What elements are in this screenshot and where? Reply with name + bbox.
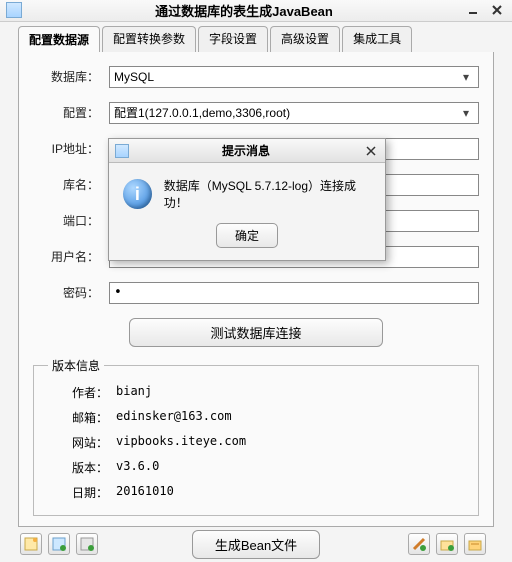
window-title: 通过数据库的表生成JavaBean xyxy=(30,1,458,20)
tool-1[interactable] xyxy=(20,533,42,555)
tab-advanced[interactable]: 高级设置 xyxy=(270,26,340,52)
app-icon xyxy=(6,2,22,18)
dialog-message: 数据库（MySQL 5.7.12-log）连接成功！ xyxy=(164,177,371,211)
date-label: 日期： xyxy=(48,484,108,501)
db-select[interactable]: MySQL ▾ xyxy=(109,66,479,88)
tool-5[interactable] xyxy=(436,533,458,555)
close-button[interactable] xyxy=(488,1,506,19)
version-legend: 版本信息 xyxy=(48,357,104,374)
tool-6[interactable] xyxy=(464,533,486,555)
db-value: MySQL xyxy=(114,70,154,84)
pw-label: 密码： xyxy=(33,284,109,301)
cfg-label: 配置： xyxy=(33,104,109,121)
dialog-app-icon xyxy=(115,144,129,158)
cfg-value: 配置1(127.0.0.1,demo,3306,root) xyxy=(114,104,290,121)
dialog-close-button[interactable] xyxy=(363,143,379,159)
tabbar: 配置数据源 配置转换参数 字段设置 高级设置 集成工具 xyxy=(0,22,512,52)
user-label: 用户名： xyxy=(33,248,109,265)
ver-value: v3.6.0 xyxy=(116,459,159,476)
date-value: 20161010 xyxy=(116,484,174,501)
tool-4[interactable] xyxy=(408,533,430,555)
message-dialog: 提示消息 i 数据库（MySQL 5.7.12-log）连接成功！ 确定 xyxy=(108,138,386,261)
site-value: vipbooks.iteye.com xyxy=(116,434,246,451)
ver-label: 版本： xyxy=(48,459,108,476)
minimize-button[interactable] xyxy=(464,1,482,19)
author-label: 作者： xyxy=(48,384,108,401)
mail-value: edinsker@163.com xyxy=(116,409,232,426)
tab-datasource[interactable]: 配置数据源 xyxy=(18,26,100,52)
tab-integration[interactable]: 集成工具 xyxy=(342,26,412,52)
mail-label: 邮箱： xyxy=(48,409,108,426)
site-label: 网站： xyxy=(48,434,108,451)
bottombar: 生成Bean文件 xyxy=(0,527,512,562)
author-value: bianj xyxy=(116,384,152,401)
app-window: 通过数据库的表生成JavaBean 配置数据源 配置转换参数 字段设置 高级设置… xyxy=(0,0,512,562)
info-icon: i xyxy=(123,179,152,209)
cfg-select[interactable]: 配置1(127.0.0.1,demo,3306,root) ▾ xyxy=(109,102,479,124)
titlebar: 通过数据库的表生成JavaBean xyxy=(0,0,512,22)
test-connection-button[interactable]: 测试数据库连接 xyxy=(129,318,382,347)
tool-3[interactable] xyxy=(76,533,98,555)
caret-icon: ▾ xyxy=(458,70,474,84)
tab-fields[interactable]: 字段设置 xyxy=(198,26,268,52)
db-label: 数据库： xyxy=(33,68,109,85)
port-label: 端口： xyxy=(33,212,109,229)
tool-2[interactable] xyxy=(48,533,70,555)
dialog-ok-button[interactable]: 确定 xyxy=(216,223,278,248)
pw-input[interactable] xyxy=(109,282,479,304)
name-label: 库名： xyxy=(33,176,109,193)
caret-icon: ▾ xyxy=(458,106,474,120)
dialog-title: 提示消息 xyxy=(129,142,363,159)
tab-convert[interactable]: 配置转换参数 xyxy=(102,26,196,52)
ip-label: IP地址： xyxy=(33,140,109,157)
version-fieldset: 版本信息 作者： bianj 邮箱： edinsker@163.com 网站： vip… xyxy=(33,357,479,516)
generate-bean-button[interactable]: 生成Bean文件 xyxy=(192,530,320,559)
tab-content: 数据库： MySQL ▾ 配置： 配置1(127.0.0.1,demo,3306,… xyxy=(18,52,494,527)
dialog-titlebar: 提示消息 xyxy=(109,139,385,163)
